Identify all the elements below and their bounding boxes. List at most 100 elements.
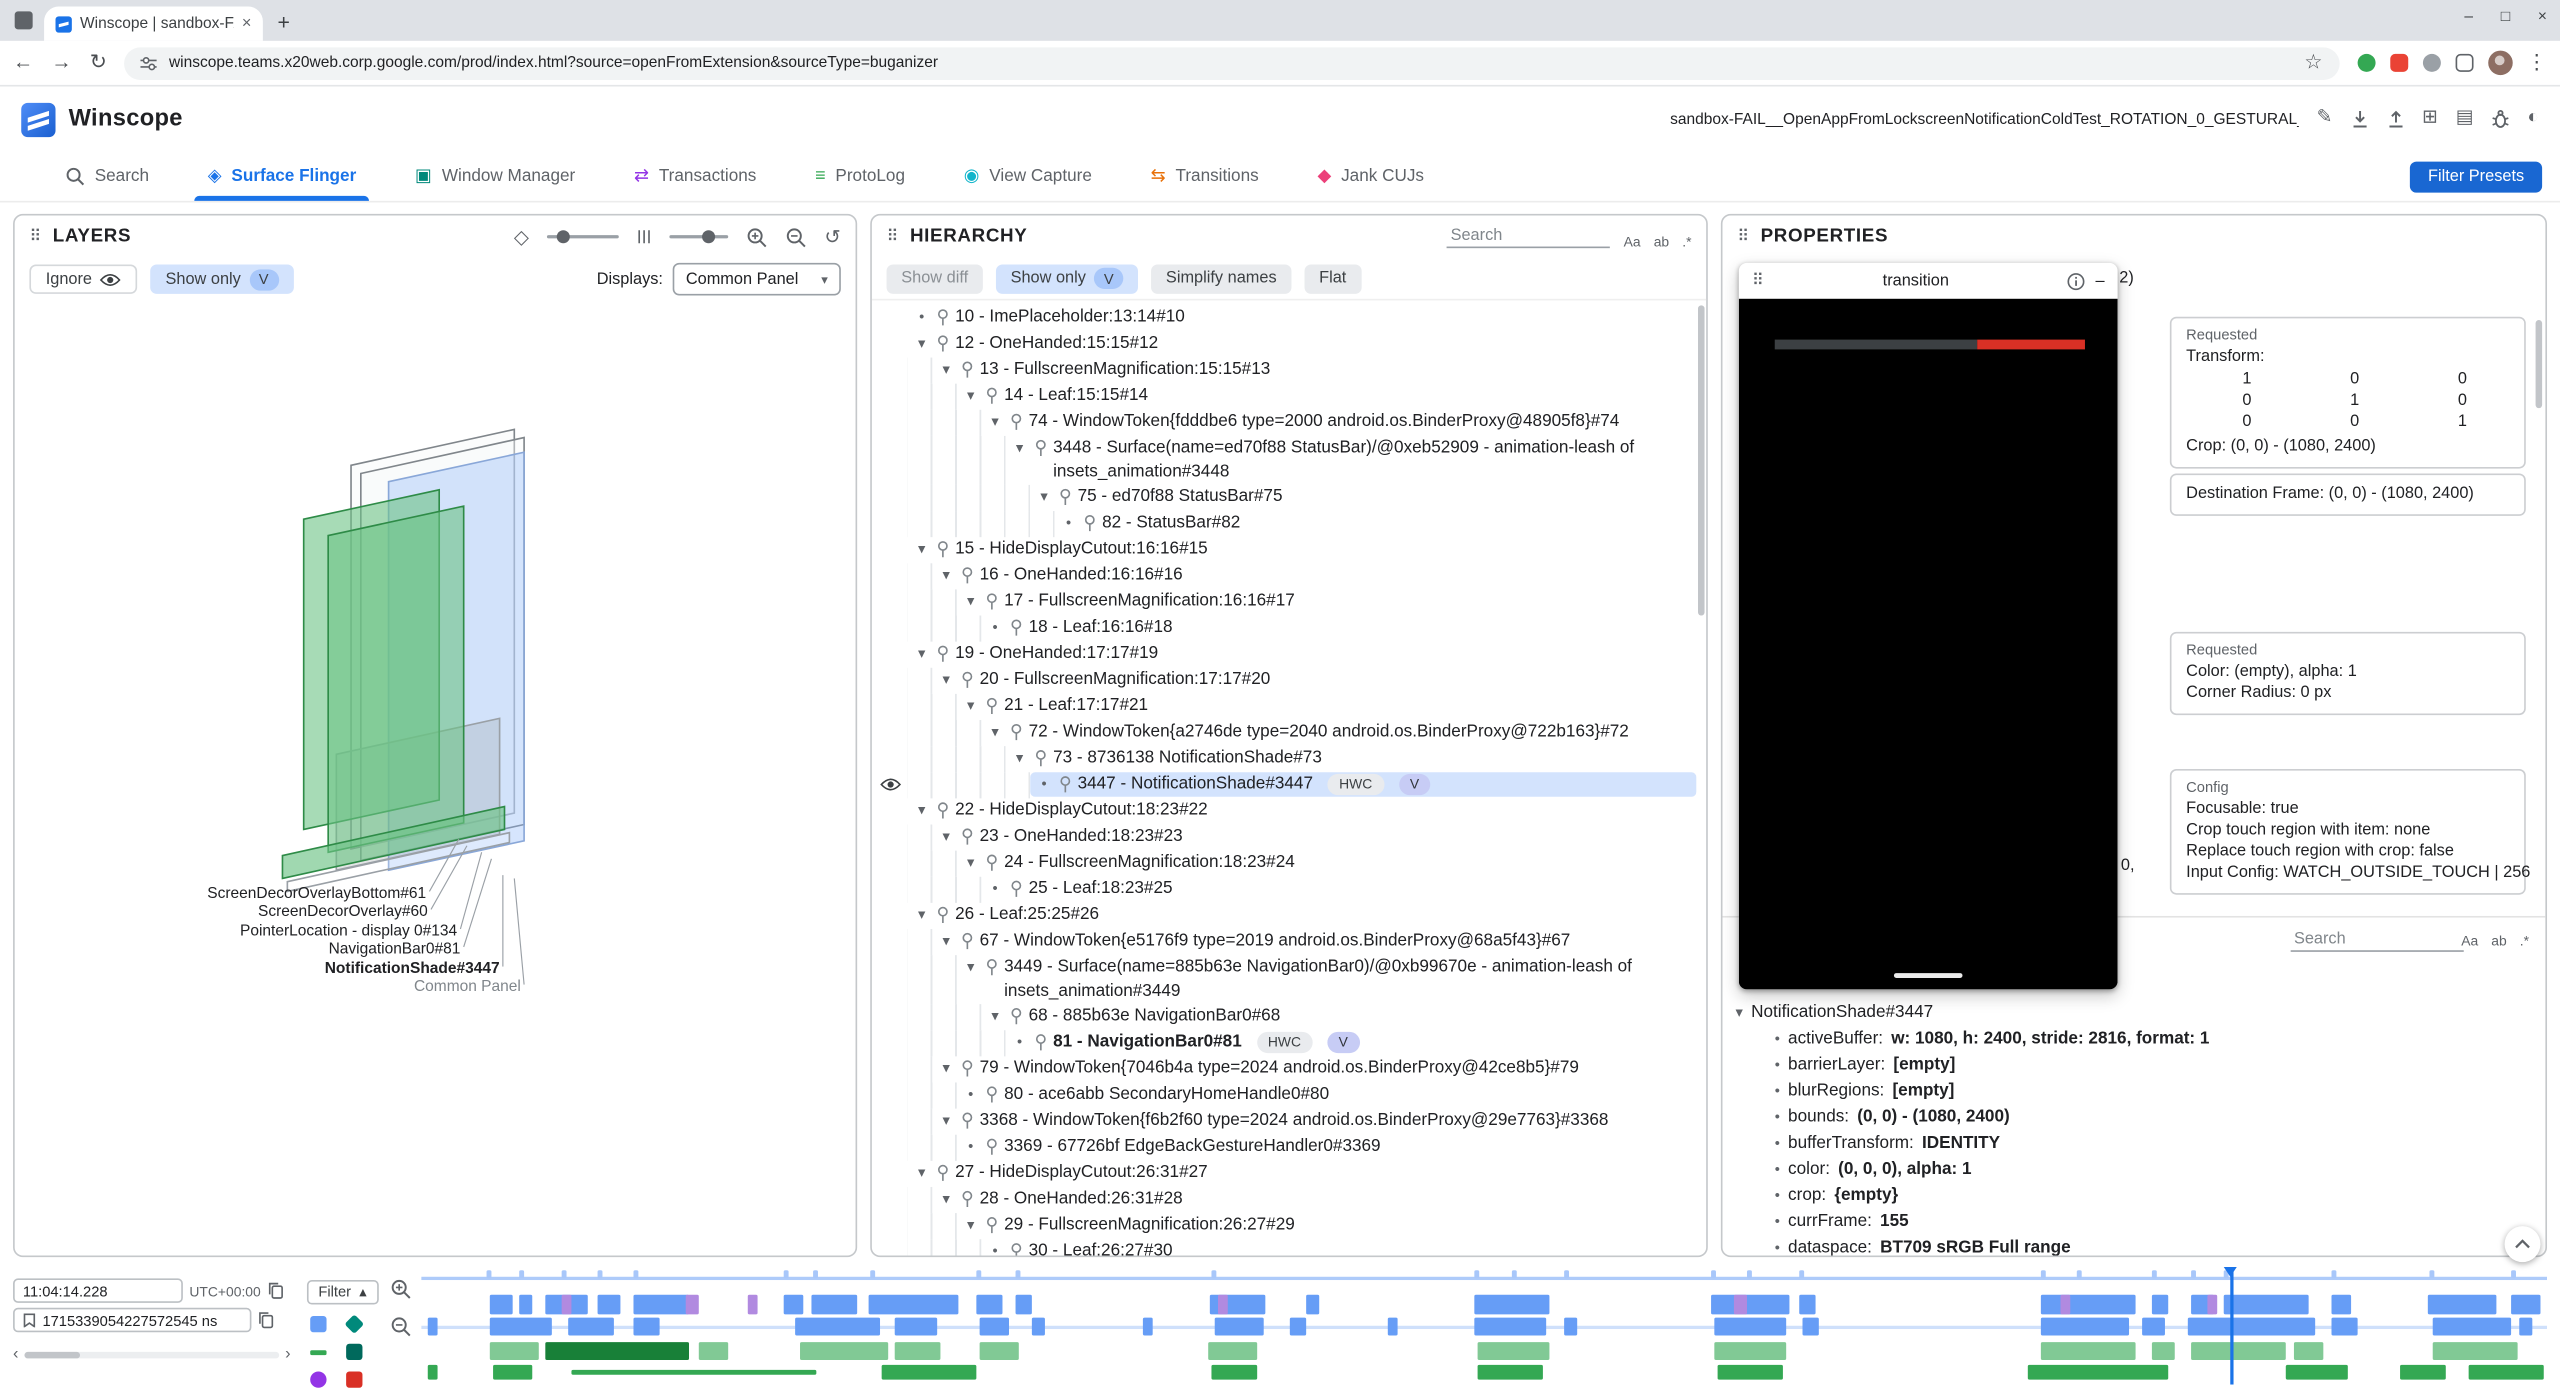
panel-drag-icon[interactable]: ⠿ [887,228,899,246]
expand-arrow-icon[interactable]: ▾ [962,589,980,613]
tab-view-capture[interactable]: ◉View Capture [964,152,1092,201]
expand-arrow-icon[interactable]: ▾ [937,358,955,382]
tree-node[interactable]: ▾16 - OneHanded:16:16#16 [872,563,1697,589]
tree-node-content[interactable]: ▾72 - WindowToken{a2746de type=2040 andr… [981,720,1696,744]
layer-label[interactable]: ScreenDecorOverlayBottom#61 [207,885,426,902]
tree-node-content[interactable]: ▾73 - 8736138 NotificationShade#73 [1006,746,1697,770]
trace-segment[interactable] [795,1318,880,1336]
filter-presets-button[interactable]: Filter Presets [2410,161,2542,192]
tree-node-content[interactable]: •18 - Leaf:16:16#18 [981,616,1696,640]
timeline-zoom-out-icon[interactable] [390,1316,411,1337]
trace-segment[interactable] [1478,1342,1550,1360]
expand-arrow-icon[interactable]: ▾ [1035,485,1053,509]
layer-label[interactable]: Common Panel [414,978,521,995]
trace-segment[interactable] [545,1342,689,1360]
expand-arrow-icon[interactable]: ▾ [986,410,1004,434]
ignore-toggle[interactable]: Ignore [29,264,137,293]
tree-node-content[interactable]: ▾14 - Leaf:15:15#14 [957,384,1697,408]
trace-segment[interactable] [784,1295,804,1315]
trace-segment[interactable] [1714,1342,1786,1360]
tree-node-content[interactable]: ▾3448 - Surface(name=ed70f88 StatusBar)/… [1006,436,1697,485]
trace-segment[interactable] [2469,1365,2544,1380]
forward-icon[interactable]: → [51,53,71,73]
trace-segment[interactable] [2152,1295,2168,1315]
trace-segment[interactable] [2041,1342,2136,1360]
hierarchy-scrollbar[interactable] [1698,305,1705,615]
reset-view-icon[interactable]: ↺ [824,227,840,247]
trace-segment[interactable] [490,1342,539,1360]
tree-node-content[interactable]: ▾15 - HideDisplayCutout:16:16#15 [908,537,1697,561]
extension-icon-red[interactable] [2389,54,2407,72]
bug-report-icon[interactable] [2492,109,2510,129]
trace-segment[interactable] [686,1295,699,1315]
trace-segment[interactable] [1478,1365,1543,1380]
trace-segment[interactable] [1306,1295,1319,1315]
show-diff-toggle[interactable]: Show diff [887,264,983,293]
trace-segment[interactable] [1218,1295,1228,1315]
trace-segment[interactable] [598,1295,621,1315]
tab-protolog[interactable]: ≡ProtoLog [815,152,905,201]
expand-arrow-icon[interactable]: ▾ [913,1161,931,1185]
properties-root-node[interactable]: ▾ NotificationShade#3447 [1736,999,2539,1027]
property-row[interactable]: •dataspace: BT709 sRGB Full range [1736,1236,2539,1256]
tree-node-content[interactable]: •30 - Leaf:26:27#30 [981,1239,1696,1255]
trace-segment[interactable] [2041,1318,2129,1336]
pin-icon[interactable] [1033,436,1048,457]
pin-icon[interactable] [985,1082,1000,1103]
new-tab-button[interactable]: + [278,11,290,32]
pin-icon[interactable] [985,1213,1000,1234]
regex-icon[interactable]: .* [2520,934,2529,948]
tree-node[interactable]: ▾14 - Leaf:15:15#14 [872,384,1697,410]
properties-search-input[interactable] [2291,929,2464,952]
expand-arrow-icon[interactable]: ▾ [937,1109,955,1133]
leaf-dot-icon[interactable]: • [913,305,931,329]
tree-node[interactable]: ▾29 - FullscreenMagnification:26:27#29 [872,1213,1697,1239]
flat-toggle[interactable]: Flat [1304,264,1361,293]
pin-icon[interactable] [960,563,975,584]
trace-segment[interactable] [428,1318,438,1336]
tree-node[interactable]: ▾12 - OneHanded:15:15#12 [872,331,1697,357]
trace-segment[interactable] [1290,1318,1306,1336]
tree-node[interactable]: ▾15 - HideDisplayCutout:16:16#15 [872,537,1697,563]
tree-node[interactable]: ▾3449 - Surface(name=885b63e NavigationB… [872,955,1697,1004]
docs-icon[interactable]: ▤ [2456,110,2474,129]
pin-icon[interactable] [960,1056,975,1077]
expand-arrow-icon[interactable]: ▾ [962,384,980,408]
show-only-toggle[interactable]: Show only V [996,264,1138,293]
trace-segment[interactable] [976,1295,1002,1315]
trace-segment[interactable] [1143,1318,1153,1336]
pin-icon[interactable] [960,1187,975,1208]
tree-node[interactable]: •82 - StatusBar#82 [872,511,1697,537]
trace-segment[interactable] [1474,1318,1546,1336]
zoom-out-icon[interactable] [785,226,806,247]
pin-icon[interactable] [960,825,975,846]
tree-node[interactable]: ▾21 - Leaf:17:17#21 [872,694,1697,720]
trace-segment[interactable] [980,1342,1019,1360]
info-icon[interactable] [2068,272,2086,290]
panel-drag-icon[interactable]: ⠿ [1737,228,1749,246]
pin-icon[interactable] [960,358,975,379]
trace-segment[interactable] [2224,1295,2309,1315]
tree-node-content[interactable]: ▾23 - OneHanded:18:23#23 [932,825,1696,849]
copy-icon[interactable] [258,1311,274,1329]
visibility-eye-icon[interactable] [872,772,908,792]
tree-node[interactable]: ▾13 - FullscreenMagnification:15:15#13 [872,358,1697,384]
trace-segment[interactable] [1211,1365,1257,1380]
trace-segment[interactable] [1388,1318,1398,1336]
tree-node[interactable]: •30 - Leaf:26:27#30 [872,1239,1697,1255]
spacing-slider[interactable] [669,235,728,238]
leaf-dot-icon[interactable]: • [986,1239,1004,1255]
tree-node-content[interactable]: ▾29 - FullscreenMagnification:26:27#29 [957,1213,1697,1237]
tree-node-content[interactable]: ▾28 - OneHanded:26:31#28 [932,1187,1696,1211]
trace-segment[interactable] [2511,1295,2540,1315]
trace-segment[interactable] [811,1295,857,1315]
trace-segment[interactable] [2207,1295,2217,1315]
trace-segment[interactable] [882,1365,977,1380]
trace-segment[interactable] [2400,1365,2446,1380]
collapse-timeline-button[interactable] [2505,1226,2541,1262]
tree-node-content[interactable]: •25 - Leaf:18:23#25 [981,877,1696,901]
tree-node[interactable]: ▾67 - WindowToken{e5176f9 type=2019 andr… [872,929,1697,955]
trace-segment[interactable] [895,1318,937,1336]
property-row[interactable]: •barrierLayer: [empty] [1736,1053,2539,1079]
trace-segment[interactable] [519,1295,532,1315]
